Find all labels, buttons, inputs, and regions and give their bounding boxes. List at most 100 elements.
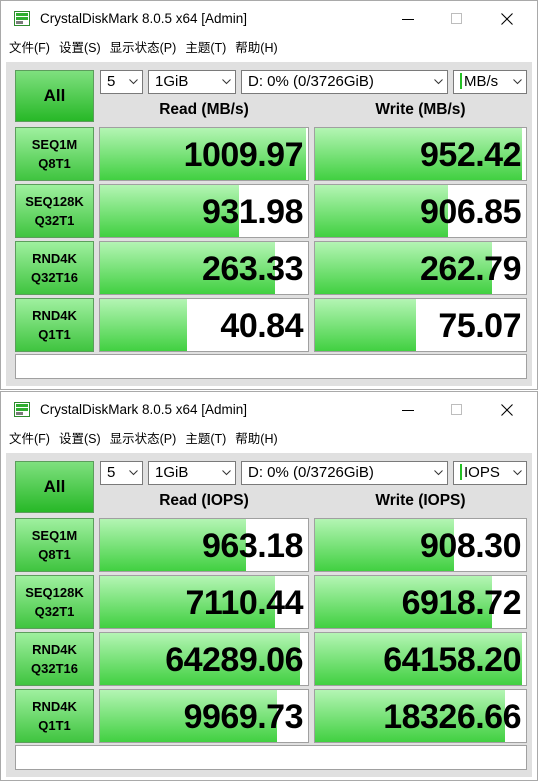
read-result: 263.33 <box>99 241 309 295</box>
title-bar[interactable]: CrystalDiskMark 8.0.5 x64 [Admin] <box>1 1 537 37</box>
test-button[interactable]: SEQ128K Q32T1 <box>15 184 94 238</box>
menu-theme[interactable]: 主题(T) <box>181 428 230 450</box>
all-button[interactable]: All <box>15 461 94 513</box>
read-result: 40.84 <box>99 298 309 352</box>
crystaldiskmark-app-icon <box>14 402 30 417</box>
drive-select[interactable]: D: 0% (0/3726GiB) <box>241 70 448 94</box>
menu-settings[interactable]: 设置(S) <box>55 37 105 59</box>
menu-settings[interactable]: 设置(S) <box>55 428 105 450</box>
write-value: 18326.66 <box>383 698 521 736</box>
menu-file[interactable]: 文件(F) <box>5 428 54 450</box>
read-value: 1009.97 <box>183 136 304 174</box>
test-button[interactable]: SEQ1M Q8T1 <box>15 127 94 181</box>
read-result: 7110.44 <box>99 575 309 629</box>
test-params: Q32T1 <box>34 604 75 619</box>
menu-help[interactable]: 帮助(H) <box>231 428 281 450</box>
title-bar[interactable]: CrystalDiskMark 8.0.5 x64 [Admin] <box>1 392 537 428</box>
window-title: CrystalDiskMark 8.0.5 x64 [Admin] <box>40 11 248 26</box>
unit-select[interactable]: MB/s <box>453 70 527 94</box>
comment-field[interactable] <box>15 745 527 770</box>
test-name: SEQ1M <box>31 137 78 152</box>
test-name: RND4K <box>32 251 77 266</box>
close-button[interactable] <box>484 5 530 33</box>
test-params: Q32T16 <box>31 270 78 285</box>
test-count-select[interactable]: 5 <box>100 461 143 485</box>
benchmark-panel: All 5 1GiB D: 0% (0/3726GiB) IOPS Read (… <box>6 453 532 777</box>
unit-select[interactable]: IOPS <box>453 461 527 485</box>
chevron-down-icon <box>434 79 443 85</box>
all-button[interactable]: All <box>15 70 94 122</box>
read-value: 7110.44 <box>185 584 303 622</box>
write-column-header: Write (MB/s) <box>375 101 466 118</box>
comment-field[interactable] <box>15 354 527 379</box>
close-button[interactable] <box>484 396 530 424</box>
read-value: 40.84 <box>220 307 303 345</box>
read-bar <box>100 299 188 351</box>
test-size-select[interactable]: 1GiB <box>148 70 236 94</box>
chevron-down-icon <box>513 470 522 476</box>
benchmark-panel: All 5 1GiB D: 0% (0/3726GiB) MB/s Read (… <box>6 62 532 386</box>
maximize-button[interactable] <box>434 396 480 424</box>
write-result: 952.42 <box>314 127 527 181</box>
test-button[interactable]: RND4K Q32T16 <box>15 241 94 295</box>
write-value: 75.07 <box>438 307 521 345</box>
read-value: 963.18 <box>202 527 304 565</box>
write-value: 906.85 <box>420 193 522 231</box>
write-value: 64158.20 <box>383 641 521 679</box>
test-params: Q32T1 <box>34 213 75 228</box>
chevron-down-icon <box>222 79 231 85</box>
test-size-select[interactable]: 1GiB <box>148 461 236 485</box>
focus-caret <box>460 73 462 89</box>
menu-theme[interactable]: 主题(T) <box>181 37 230 59</box>
chevron-down-icon <box>434 470 443 476</box>
chevron-down-icon <box>129 470 138 476</box>
test-name: SEQ128K <box>25 585 84 600</box>
write-result: 262.79 <box>314 241 527 295</box>
menu-bar: 文件(F) 设置(S) 显示状态(P) 主题(T) 帮助(H) <box>5 428 283 450</box>
test-params: Q8T1 <box>38 547 71 562</box>
crystaldiskmark-window-2: CrystalDiskMark 8.0.5 x64 [Admin] 文件(F) … <box>0 391 538 781</box>
write-value: 908.30 <box>420 527 522 565</box>
unit-value: MB/s <box>464 73 499 90</box>
drive-select[interactable]: D: 0% (0/3726GiB) <box>241 461 448 485</box>
test-count-value: 5 <box>107 464 116 481</box>
menu-bar: 文件(F) 设置(S) 显示状态(P) 主题(T) 帮助(H) <box>5 37 283 59</box>
chevron-down-icon <box>222 470 231 476</box>
window-title: CrystalDiskMark 8.0.5 x64 [Admin] <box>40 402 248 417</box>
test-size-value: 1GiB <box>155 73 189 90</box>
test-button[interactable]: SEQ1M Q8T1 <box>15 518 94 572</box>
test-button[interactable]: SEQ128K Q32T1 <box>15 575 94 629</box>
chevron-down-icon <box>129 79 138 85</box>
write-result: 18326.66 <box>314 689 527 743</box>
test-size-value: 1GiB <box>155 464 189 481</box>
write-value: 6918.72 <box>401 584 522 622</box>
read-result: 931.98 <box>99 184 309 238</box>
read-value: 263.33 <box>202 250 304 288</box>
read-column-header: Read (IOPS) <box>159 492 249 509</box>
maximize-icon <box>451 13 462 24</box>
minimize-button[interactable] <box>385 5 431 33</box>
test-count-select[interactable]: 5 <box>100 70 143 94</box>
maximize-button[interactable] <box>434 5 480 33</box>
menu-display[interactable]: 显示状态(P) <box>106 428 181 450</box>
read-result: 1009.97 <box>99 127 309 181</box>
test-name: SEQ1M <box>31 528 78 543</box>
menu-display[interactable]: 显示状态(P) <box>106 37 181 59</box>
test-params: Q1T1 <box>38 718 71 733</box>
minimize-icon <box>402 410 414 411</box>
drive-value: D: 0% (0/3726GiB) <box>248 464 374 481</box>
write-result: 906.85 <box>314 184 527 238</box>
minimize-button[interactable] <box>385 396 431 424</box>
crystaldiskmark-app-icon <box>14 11 30 26</box>
focus-caret <box>460 464 462 480</box>
drive-value: D: 0% (0/3726GiB) <box>248 73 374 90</box>
test-button[interactable]: RND4K Q1T1 <box>15 298 94 352</box>
test-button[interactable]: RND4K Q32T16 <box>15 632 94 686</box>
write-result: 64158.20 <box>314 632 527 686</box>
write-result: 75.07 <box>314 298 527 352</box>
menu-help[interactable]: 帮助(H) <box>231 37 281 59</box>
test-button[interactable]: RND4K Q1T1 <box>15 689 94 743</box>
write-column-header: Write (IOPS) <box>375 492 466 509</box>
maximize-icon <box>451 404 462 415</box>
menu-file[interactable]: 文件(F) <box>5 37 54 59</box>
